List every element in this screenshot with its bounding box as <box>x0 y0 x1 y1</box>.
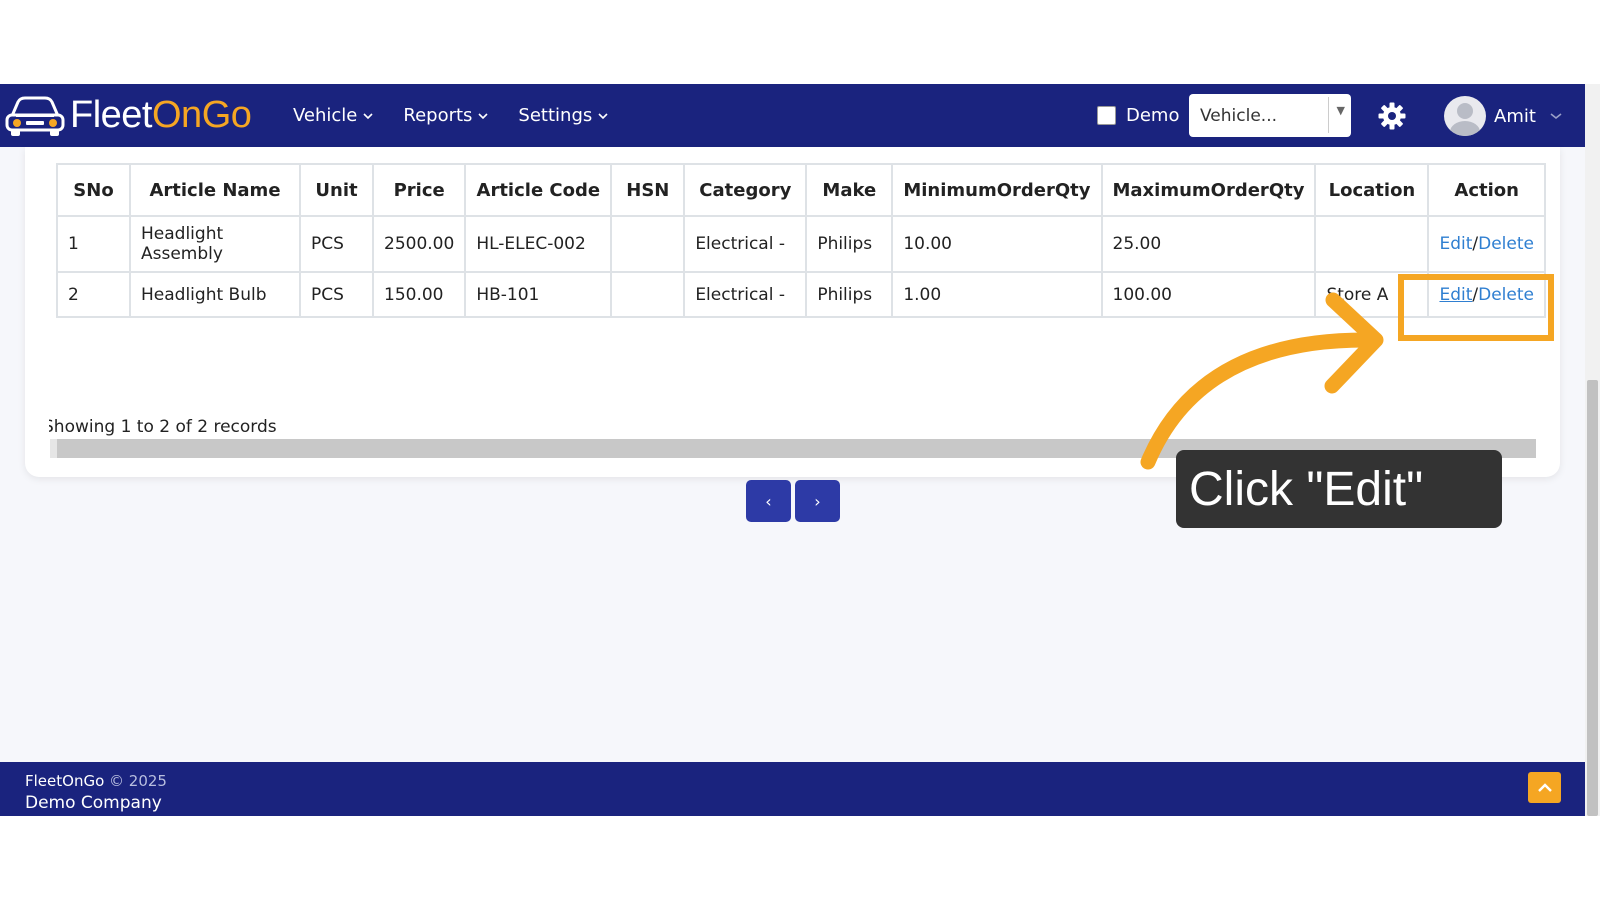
cell-category: Electrical - <box>683 215 808 273</box>
cell-price: 150.00 <box>371 271 467 318</box>
avatar <box>1444 96 1486 136</box>
callout-text: Click "Edit" <box>1189 462 1424 516</box>
top-navbar: FleetOnGo Vehicle Reports Settings Demo … <box>0 84 1585 147</box>
scroll-to-top-button[interactable] <box>1528 772 1561 803</box>
page-footer: FleetOnGo © 2025 Demo Company <box>0 762 1585 816</box>
delete-link[interactable]: Delete <box>1478 234 1534 254</box>
records-info-text: Showing 1 to 2 of 2 records <box>49 417 277 437</box>
header-unit[interactable]: Unit <box>299 163 374 217</box>
brand-go: Go <box>201 94 252 136</box>
cell-hsn <box>610 271 686 318</box>
menu-reports[interactable]: Reports <box>403 105 488 126</box>
cell-article-code: HL-ELEC-002 <box>464 215 613 273</box>
cell-sno: 2 <box>56 271 131 318</box>
cell-make: Philips <box>805 271 894 318</box>
select-divider <box>1328 97 1329 133</box>
cell-sno: 1 <box>56 215 131 273</box>
table-row: 1 Headlight Assembly PCS 2500.00 HL-ELEC… <box>56 215 1546 273</box>
user-menu[interactable]: Amit <box>1444 96 1562 136</box>
header-make[interactable]: Make <box>805 163 894 217</box>
header-max-qty[interactable]: MaximumOrderQty <box>1100 163 1317 217</box>
pointer-arrow-icon <box>1140 292 1384 470</box>
vehicle-select[interactable]: Vehicle... ▼ <box>1189 94 1351 137</box>
chevron-down-icon <box>363 112 373 119</box>
cell-hsn <box>610 215 686 273</box>
footer-copyright: © 2025 <box>104 772 167 790</box>
demo-toggle: Demo <box>1097 84 1179 147</box>
cell-category: Electrical - <box>683 271 808 318</box>
cell-min-qty: 1.00 <box>891 271 1103 318</box>
header-article-name[interactable]: Article Name <box>129 163 301 217</box>
next-page-button[interactable]: › <box>795 480 840 522</box>
demo-label: Demo <box>1126 105 1180 126</box>
chevron-down-icon <box>478 112 488 119</box>
cell-unit: PCS <box>299 215 374 273</box>
chevron-down-icon <box>598 112 608 119</box>
cell-min-qty: 10.00 <box>891 215 1103 273</box>
header-article-code[interactable]: Article Code <box>464 163 613 217</box>
footer-company: Demo Company <box>25 793 162 813</box>
records-info: Showing 1 to 2 of 2 records <box>49 417 289 437</box>
cell-price: 2500.00 <box>371 215 467 273</box>
cell-unit: PCS <box>299 271 374 318</box>
brand-fleet: Fleet <box>70 94 152 136</box>
dropdown-arrow-icon: ▼ <box>1336 104 1345 117</box>
vehicle-select-value: Vehicle... <box>1200 105 1278 126</box>
menu-vehicle[interactable]: Vehicle <box>293 105 373 126</box>
chevron-up-icon <box>1537 782 1552 792</box>
cell-make: Philips <box>805 215 894 273</box>
main-menu: Vehicle Reports Settings <box>293 84 608 147</box>
footer-brand-line: FleetOnGo © 2025 <box>25 772 167 790</box>
screenshot-stage: FleetOnGo Vehicle Reports Settings Demo … <box>0 0 1600 900</box>
user-avatar-icon <box>1450 103 1480 136</box>
cell-location <box>1314 215 1430 273</box>
vertical-scroll-thumb[interactable] <box>1587 380 1598 816</box>
chevron-left-icon: ‹ <box>765 491 772 511</box>
chevron-right-icon: › <box>814 491 821 511</box>
header-price[interactable]: Price <box>371 163 467 217</box>
header-hsn[interactable]: HSN <box>610 163 686 217</box>
pagination: ‹ › <box>746 480 840 522</box>
edit-highlight-box <box>1398 274 1554 341</box>
cell-max-qty: 25.00 <box>1100 215 1317 273</box>
demo-checkbox[interactable] <box>1097 106 1116 125</box>
car-logo-icon <box>5 96 65 136</box>
header-min-qty[interactable]: MinimumOrderQty <box>891 163 1103 217</box>
brand-on: On <box>151 94 202 136</box>
cell-article-code: HB-101 <box>464 271 613 318</box>
brand-logo[interactable]: FleetOnGo <box>4 90 252 140</box>
gear-icon[interactable] <box>1378 102 1406 130</box>
edit-link[interactable]: Edit <box>1439 234 1472 254</box>
menu-settings-label: Settings <box>518 105 593 126</box>
instruction-callout: Click "Edit" <box>1176 450 1502 528</box>
cell-article-name: Headlight Bulb <box>129 271 301 318</box>
header-sno[interactable]: SNo <box>56 163 131 217</box>
menu-reports-label: Reports <box>403 105 473 126</box>
cell-action: Edit/Delete <box>1427 215 1546 273</box>
table-header-row: SNo Article Name Unit Price Article Code… <box>56 163 1546 217</box>
menu-settings[interactable]: Settings <box>518 105 608 126</box>
header-category[interactable]: Category <box>683 163 808 217</box>
footer-brand: FleetOnGo <box>25 772 105 790</box>
cell-article-name: Headlight Assembly <box>129 215 301 273</box>
brand-wordmark: FleetOnGo <box>70 90 252 140</box>
user-name: Amit <box>1494 105 1536 127</box>
prev-page-button[interactable]: ‹ <box>746 480 791 522</box>
header-location[interactable]: Location <box>1314 163 1430 217</box>
menu-vehicle-label: Vehicle <box>293 105 358 126</box>
header-action: Action <box>1427 163 1546 217</box>
chevron-down-icon <box>1550 113 1562 120</box>
